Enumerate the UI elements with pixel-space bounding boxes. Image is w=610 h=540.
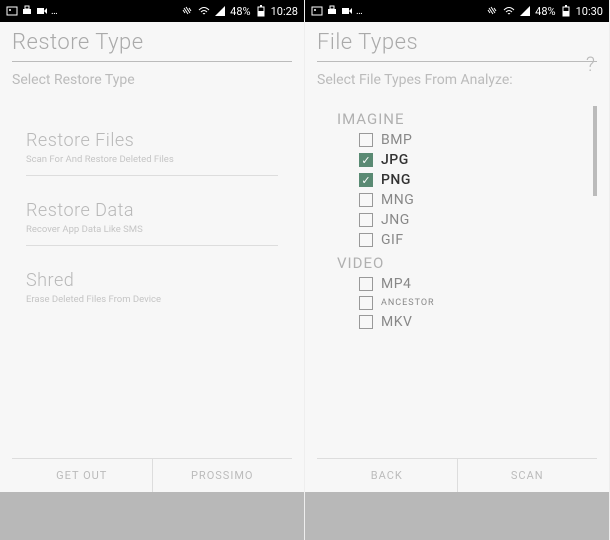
statusbar: … 48% 10:28 <box>0 0 304 22</box>
checkbox[interactable] <box>359 296 373 310</box>
filetype-mng[interactable]: MNG <box>337 190 589 210</box>
filetype-jng[interactable]: JNG <box>337 210 589 230</box>
page-title: Restore Type <box>12 30 292 62</box>
checkbox[interactable] <box>359 315 373 329</box>
option-shred[interactable]: Shred Erase Deleted Files From Device <box>26 270 278 315</box>
filetype-gif[interactable]: GIF <box>337 230 589 250</box>
clock: 10:28 <box>271 5 298 18</box>
checkbox[interactable] <box>359 173 373 187</box>
filetype-list: IMAGINE BMP JPG PNG MNG JNG GIF VIDEO MP… <box>337 106 589 332</box>
signal-icon <box>214 5 226 17</box>
checkbox[interactable] <box>359 153 373 167</box>
scrollbar[interactable] <box>593 106 597 332</box>
wifi-icon <box>503 5 515 17</box>
checkbox[interactable] <box>359 213 373 227</box>
checkbox[interactable] <box>359 233 373 247</box>
option-title: Restore Files <box>26 130 278 151</box>
nav-bar-placeholder <box>0 492 304 540</box>
filetype-label: MP4 <box>381 276 411 292</box>
phone-right: … 48% 10:30 ? File Types Select File Typ… <box>305 0 610 540</box>
option-sub: Erase Deleted Files From Device <box>26 294 278 305</box>
print-icon <box>21 5 33 17</box>
option-sub: Recover App Data Like SMS <box>26 224 278 235</box>
phone-left: … 48% 10:28 Restore Type Select Restore … <box>0 0 305 540</box>
filetype-png[interactable]: PNG <box>337 170 589 190</box>
option-title: Restore Data <box>26 200 278 221</box>
vibrate-icon <box>487 5 499 17</box>
filetype-ancestor[interactable]: ANCESTOR <box>337 294 589 312</box>
more-indicator: … <box>51 6 58 17</box>
checkbox[interactable] <box>359 277 373 291</box>
more-indicator: … <box>356 6 363 17</box>
filetype-label: JPG <box>381 152 409 168</box>
filetype-label: ANCESTOR <box>381 298 435 308</box>
group-imagine: IMAGINE <box>337 110 589 128</box>
nav-bar-placeholder <box>305 492 609 540</box>
checkbox[interactable] <box>359 193 373 207</box>
wifi-icon <box>198 5 210 17</box>
scan-button[interactable]: SCAN <box>457 459 598 492</box>
back-button[interactable]: GET OUT <box>12 459 152 492</box>
filetype-label: MNG <box>381 192 414 208</box>
page-subtitle: Select File Types From Analyze: <box>317 72 597 88</box>
gallery-icon <box>311 5 323 17</box>
battery-icon <box>560 5 572 17</box>
footer-nav: GET OUT PROSSIMO <box>12 458 292 492</box>
next-button[interactable]: PROSSIMO <box>152 459 293 492</box>
filetype-label: PNG <box>381 172 411 188</box>
print-icon <box>326 5 338 17</box>
filetype-label: GIF <box>381 232 404 248</box>
option-sub: Scan For And Restore Deleted Files <box>26 154 278 165</box>
video-icon <box>341 5 353 17</box>
filetype-mp4[interactable]: MP4 <box>337 274 589 294</box>
filetype-label: JNG <box>381 212 410 228</box>
footer-nav: BACK SCAN <box>317 458 597 492</box>
option-restore-data[interactable]: Restore Data Recover App Data Like SMS <box>26 200 278 246</box>
filetype-mkv[interactable]: MKV <box>337 312 589 332</box>
filetype-bmp[interactable]: BMP <box>337 130 589 150</box>
battery-percent: 48% <box>230 5 250 18</box>
battery-icon <box>255 5 267 17</box>
filetype-jpg[interactable]: JPG <box>337 150 589 170</box>
clock: 10:30 <box>576 5 603 18</box>
statusbar: … 48% 10:30 <box>305 0 609 22</box>
signal-icon <box>519 5 531 17</box>
page-subtitle: Select Restore Type <box>12 72 292 88</box>
checkbox[interactable] <box>359 133 373 147</box>
video-icon <box>36 5 48 17</box>
gallery-icon <box>6 5 18 17</box>
option-title: Shred <box>26 270 278 291</box>
page-title: File Types <box>317 30 597 62</box>
option-restore-files[interactable]: Restore Files Scan For And Restore Delet… <box>26 130 278 176</box>
filetype-label: BMP <box>381 132 412 148</box>
filetype-label: MKV <box>381 314 412 330</box>
battery-percent: 48% <box>535 5 555 18</box>
group-video: VIDEO <box>337 254 589 272</box>
vibrate-icon <box>182 5 194 17</box>
help-icon[interactable]: ? <box>586 52 595 76</box>
back-button[interactable]: BACK <box>317 459 457 492</box>
